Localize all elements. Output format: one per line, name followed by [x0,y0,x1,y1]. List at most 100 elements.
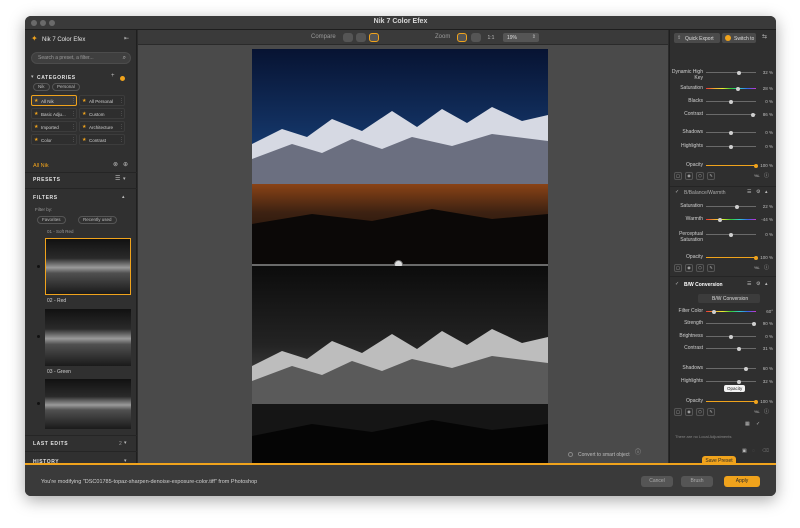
check-icon[interactable]: ✓ [756,420,760,428]
slider-knob[interactable] [729,99,733,104]
slider-track[interactable] [706,72,756,73]
more-icon[interactable]: ⋮ [71,123,76,131]
slider-knob[interactable] [736,86,740,91]
add-preset-icon[interactable]: ⊕ [123,161,128,169]
slider-knob[interactable] [744,366,748,371]
category-toggle-icon[interactable] [120,76,125,81]
chevron-up-icon[interactable]: ▴ [765,188,768,196]
last-edits-heading[interactable]: LAST EDITS [33,441,68,447]
slider-knob[interactable] [729,130,733,135]
slider-track[interactable] [706,323,756,324]
category-item[interactable]: ★ Color ⋮ [31,134,77,145]
slider-track[interactable] [706,88,756,89]
presets-heading[interactable]: PRESETS [33,177,61,183]
image-icon[interactable]: ▣ [742,447,747,455]
filters-heading[interactable]: FILTERS [33,195,58,201]
slider-track[interactable] [706,206,756,207]
brush-button[interactable]: Brush [681,476,713,487]
brush-icon[interactable]: ✎ [707,408,715,416]
chevron-up-icon[interactable]: ▴ [765,280,768,288]
switch-to-button[interactable]: Switch to [722,33,756,43]
clear-category-icon[interactable]: ⊗ [113,161,118,169]
bw-mode-select[interactable]: B/W Conversion [698,294,760,303]
cancel-button[interactable]: Cancel [641,476,673,487]
add-category-icon[interactable]: + [111,72,115,80]
more-icon[interactable]: ⋮ [119,136,124,144]
quick-export-button[interactable]: ⇪ Quick Export [674,33,720,43]
enable-checkbox-icon[interactable]: ✓ [675,280,679,288]
zoom-fit-button[interactable] [457,33,467,42]
slider-track[interactable] [706,219,756,220]
apply-button[interactable]: Apply [724,476,760,487]
eye-icon[interactable]: ◉ [685,172,693,180]
tab-personal[interactable]: Personal [52,83,80,91]
enable-checkbox-icon[interactable]: ✓ [675,188,679,196]
brush-icon[interactable]: ✎ [707,172,715,180]
more-icon[interactable]: ⋮ [119,110,124,118]
category-item[interactable]: ★ All Nik ⋮ [31,95,77,106]
slider-knob[interactable] [736,346,741,351]
slider-track[interactable] [706,381,756,382]
slider-knob[interactable] [712,309,717,314]
brush-icon[interactable]: ✎ [707,264,715,272]
compare-single-button[interactable] [343,33,353,42]
presets-menu-icon[interactable]: ☰ [115,175,120,183]
more-icon[interactable]: ⋮ [71,110,76,118]
eye-icon[interactable]: ◉ [685,408,693,416]
slider-knob[interactable] [734,204,739,209]
slider-knob[interactable] [718,217,722,222]
expand-icon[interactable]: ⇆ [762,33,767,41]
tab-nik[interactable]: Nik [33,83,50,91]
slider-knob[interactable] [729,144,733,149]
circle-icon[interactable]: ◯ [674,408,682,416]
slider-knob[interactable] [737,70,741,75]
category-item[interactable]: ★ Contrast ⋮ [79,134,125,145]
more-icon[interactable]: ⋮ [119,97,124,105]
collapse-panel-icon[interactable]: ⇤ [124,35,129,43]
slider-knob[interactable] [751,321,756,326]
gear-icon[interactable]: ⚙ [756,280,760,288]
slider-track[interactable] [706,257,756,258]
circle-icon[interactable]: ◌ [752,447,755,455]
slider-knob[interactable] [737,379,741,384]
gear-icon[interactable]: ⚙ [756,188,760,196]
slider-track[interactable] [706,368,756,369]
help-icon[interactable]: ⓘ [635,449,641,457]
tag-icon[interactable]: ⬠ [696,408,704,416]
eye-icon[interactable]: ◉ [685,264,693,272]
slider-knob[interactable] [729,232,733,237]
compare-split-button[interactable] [356,33,366,42]
zoom-select[interactable]: 19% ⇕ [503,33,539,42]
zoom-ratio-button[interactable]: 1:1 [485,34,497,42]
more-icon[interactable]: ⋮ [71,136,76,144]
filter-thumbnail-red[interactable] [45,238,131,295]
recently-used-chip[interactable]: Recently used [78,216,117,224]
slider-knob[interactable] [729,334,733,339]
favorites-chip[interactable]: Favorites [37,216,66,224]
slider-track[interactable] [706,401,756,402]
tag-icon[interactable]: ⬠ [696,172,704,180]
category-item[interactable]: ★ Custom ⋮ [79,108,125,119]
compare-stacked-button[interactable] [369,33,379,42]
category-item[interactable]: ★ Imported ⋮ [31,121,77,132]
slider-track[interactable] [706,114,756,115]
filter-menu-icon[interactable]: ☰ [747,188,751,196]
circle-icon[interactable]: ◯ [674,264,682,272]
help-icon[interactable]: ⓘ [764,408,769,416]
convert-smart-object-checkbox[interactable] [568,452,573,457]
filter-thumbnail-green[interactable] [45,309,131,366]
category-item[interactable]: ★ Architecture ⋮ [79,121,125,132]
slider-track[interactable] [706,348,756,349]
search-input[interactable]: Search a preset, a filter... ⌕ [31,52,131,64]
chevron-down-icon[interactable]: ▾ [124,439,127,447]
grid-icon[interactable]: ▦ [745,420,750,428]
circle-icon[interactable]: ◯ [674,172,682,180]
category-item[interactable]: ★ All Personal ⋮ [79,95,125,106]
chevron-down-icon[interactable]: ▾ [31,73,34,81]
category-item[interactable]: ★ Basic Adju... ⋮ [31,108,77,119]
more-icon[interactable]: ⋮ [71,97,76,105]
trash-icon[interactable]: ⌫ [762,447,769,455]
zoom-fill-button[interactable] [471,33,481,42]
slider-track[interactable] [706,165,756,166]
filter-thumbnail[interactable] [45,379,131,429]
